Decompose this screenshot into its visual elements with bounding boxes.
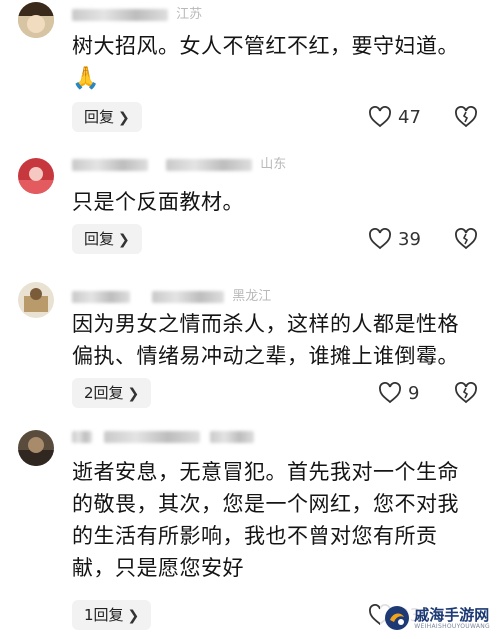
avatar-image <box>18 2 54 38</box>
emoji: 🙏 <box>72 64 99 94</box>
comment-text: 树大招风。女人不管红不红，要守妇道。 <box>72 30 460 62</box>
comment-text: 只是个反面教材。 <box>72 186 460 218</box>
avatar-image <box>18 282 54 318</box>
comment-body: 逝者安息，无意冒犯。首先我对一个生命的敬畏，其次，您是一个网红，您不对我的生活有… <box>72 460 459 580</box>
avatar-image <box>18 158 54 194</box>
watermark-subtitle: WEIHAISHOUYOUWANG <box>414 622 490 630</box>
avatar[interactable] <box>18 282 54 318</box>
heart-outline-icon <box>369 106 391 128</box>
chevron-right-icon: ❯ <box>127 386 140 402</box>
reply-button[interactable]: 回复 ❯ <box>72 224 142 254</box>
avatar[interactable] <box>18 430 54 466</box>
location-label: 山东 <box>260 157 287 172</box>
blurred-username <box>166 158 253 171</box>
location-label: 江苏 <box>176 7 203 22</box>
reply-button[interactable]: 回复 ❯ <box>72 102 142 132</box>
comment-text: 逝者安息，无意冒犯。首先我对一个生命的敬畏，其次，您是一个网红，您不对我的生活有… <box>72 456 460 584</box>
username-meta[interactable]: 山东 <box>72 158 286 172</box>
like-button[interactable]: 39 <box>368 224 421 254</box>
chevron-right-icon: ❯ <box>118 110 130 126</box>
blurred-username <box>72 430 92 443</box>
comment-body: 只是个反面教材。 <box>72 190 244 214</box>
reply-button[interactable]: 1回复 ❯ <box>72 600 152 630</box>
blurred-username <box>72 290 130 303</box>
comment-body: 因为男女之情而杀人，这样的人都是性格偏执、情绪易冲动之辈，谁摊上谁倒霉。 <box>72 312 459 368</box>
broken-heart-icon[interactable] <box>454 228 478 250</box>
like-button[interactable]: 47 <box>368 102 421 132</box>
broken-heart-icon[interactable] <box>454 382 478 404</box>
watermark-logo-icon <box>385 606 410 630</box>
blurred-username <box>152 290 225 303</box>
reply-label: 2回复 <box>84 384 124 402</box>
reply-label: 回复 <box>84 108 115 126</box>
username-meta[interactable] <box>72 430 255 444</box>
avatar[interactable] <box>18 158 54 194</box>
watermark-text-block: 戚海手游网 WEIHAISHOUYOUWANG <box>414 607 490 630</box>
username-meta[interactable]: 黑龙江 <box>72 290 271 304</box>
pray-emoji: 🙏 <box>72 66 100 91</box>
blurred-username <box>72 158 148 171</box>
blurred-username <box>210 430 255 443</box>
like-count: 39 <box>398 228 421 250</box>
username-meta[interactable]: 江苏 <box>72 8 202 22</box>
avatar[interactable] <box>18 2 54 38</box>
watermark-name: 戚海手游网 <box>414 605 490 624</box>
reply-label: 1回复 <box>84 606 124 624</box>
broken-heart-icon[interactable] <box>454 106 478 128</box>
comment-text: 因为男女之情而杀人，这样的人都是性格偏执、情绪易冲动之辈，谁摊上谁倒霉。 <box>72 308 460 372</box>
chevron-right-icon: ❯ <box>118 232 130 248</box>
site-watermark: 戚海手游网 WEIHAISHOUYOUWANG <box>380 601 494 635</box>
blurred-username <box>72 8 168 21</box>
comment-body: 树大招风。女人不管红不红，要守妇道。 <box>72 34 459 58</box>
blurred-username <box>104 430 201 443</box>
heart-outline-icon <box>369 228 391 250</box>
chevron-right-icon: ❯ <box>127 608 140 624</box>
like-count: 47 <box>398 106 421 128</box>
reply-label: 回复 <box>84 230 115 248</box>
like-button[interactable]: 9 <box>378 378 419 408</box>
like-count: 9 <box>408 382 420 404</box>
avatar-image <box>18 430 54 466</box>
location-label: 黑龙江 <box>232 289 272 304</box>
reply-button[interactable]: 2回复 ❯ <box>72 378 152 408</box>
heart-outline-icon <box>379 382 401 404</box>
